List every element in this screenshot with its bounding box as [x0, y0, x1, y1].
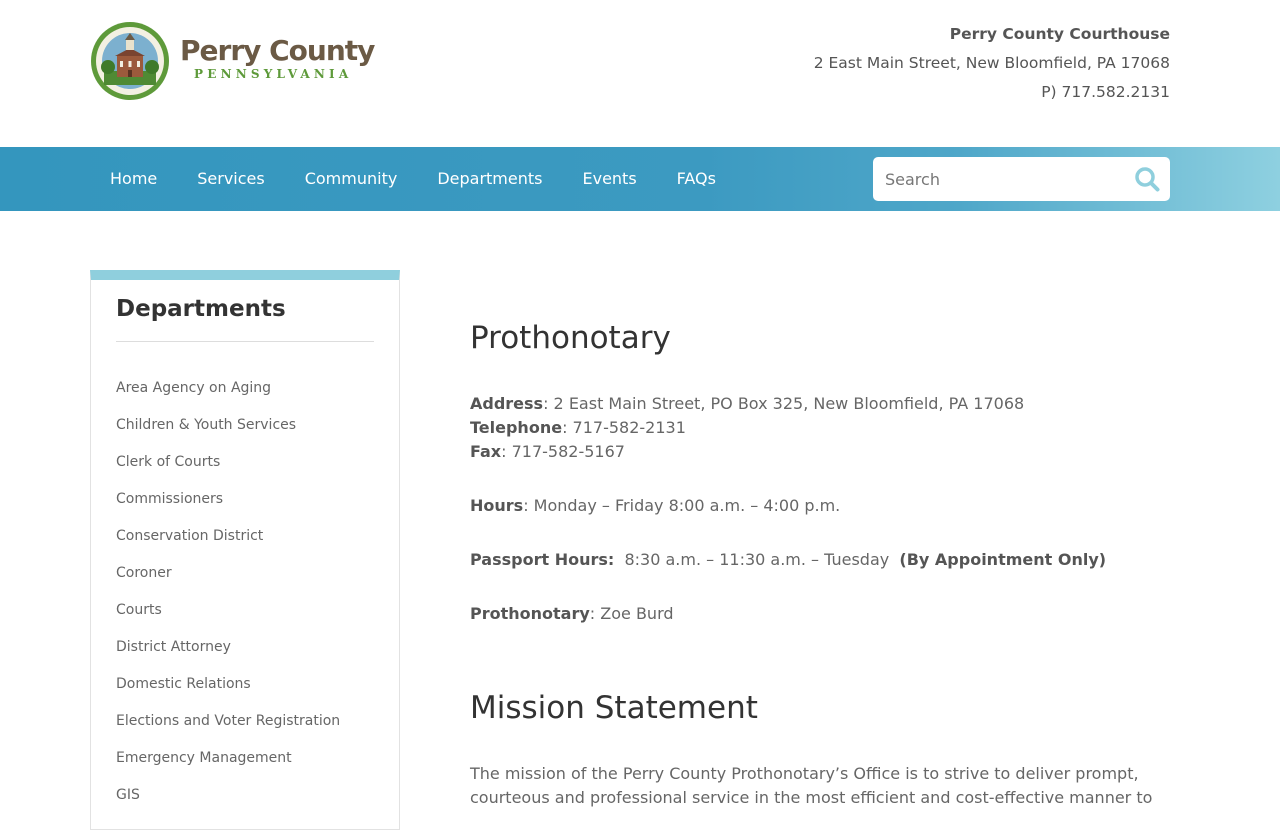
fax-line: Fax: 717-582-5167	[470, 440, 1170, 464]
hours-value: : Monday – Friday 8:00 a.m. – 4:00 p.m.	[523, 496, 841, 515]
sidebar-divider	[116, 341, 374, 342]
sidebar-item-emergency-management[interactable]: Emergency Management	[116, 740, 340, 777]
contact-info: Address: 2 East Main Street, PO Box 325,…	[470, 392, 1170, 464]
nav-faqs[interactable]: FAQs	[657, 147, 736, 211]
prothonotary-line: Prothonotary: Zoe Burd	[470, 602, 1170, 626]
nav-community[interactable]: Community	[285, 147, 418, 211]
passport-value: 8:30 a.m. – 11:30 a.m. – Tuesday	[624, 550, 890, 569]
logo-name: Perry County	[180, 34, 375, 67]
county-seal	[91, 22, 169, 100]
sidebar-item-clerk-of-courts[interactable]: Clerk of Courts	[116, 444, 340, 481]
nav-home[interactable]: Home	[90, 147, 177, 211]
main-navigation: Home Services Community Departments Even…	[0, 147, 1280, 211]
contact-title: Perry County Courthouse	[949, 25, 1170, 43]
search-icon[interactable]	[1134, 166, 1160, 192]
mission-title: Mission Statement	[470, 690, 758, 726]
telephone-value: : 717-582-2131	[562, 418, 686, 437]
passport-line: Passport Hours: 8:30 a.m. – 11:30 a.m. –…	[470, 548, 1170, 572]
prothonotary-label: Prothonotary	[470, 604, 590, 623]
sidebar-item-elections[interactable]: Elections and Voter Registration	[116, 703, 340, 740]
sidebar-item-commissioners[interactable]: Commissioners	[116, 481, 340, 518]
sidebar-item-gis[interactable]: GIS	[116, 777, 340, 814]
main-content: Prothonotary Address: 2 East Main Street…	[470, 318, 1170, 810]
search-input[interactable]	[873, 159, 1123, 199]
prothonotary-value: : Zoe Burd	[589, 604, 674, 623]
address-label: Address	[470, 394, 544, 413]
telephone-line: Telephone: 717-582-2131	[470, 416, 1170, 440]
departments-sidebar: Departments Area Agency on Aging Childre…	[90, 270, 400, 830]
nav-events[interactable]: Events	[562, 147, 656, 211]
nav-departments[interactable]: Departments	[417, 147, 562, 211]
header-contact: Perry County Courthouse 2 East Main Stre…	[814, 20, 1170, 107]
sidebar-item-courts[interactable]: Courts	[116, 592, 340, 629]
mission-text: The mission of the Perry County Prothono…	[470, 764, 1153, 807]
hours-line: Hours: Monday – Friday 8:00 a.m. – 4:00 …	[470, 494, 1170, 518]
fax-label: Fax	[470, 442, 502, 461]
nav-services[interactable]: Services	[177, 147, 284, 211]
sidebar-title: Departments	[116, 296, 286, 322]
page-title: Prothonotary	[470, 320, 671, 356]
passport-note: (By Appointment Only)	[899, 550, 1107, 569]
sidebar-item-conservation-district[interactable]: Conservation District	[116, 518, 340, 555]
site-logo[interactable]: Perry County PENNSYLVANIA	[90, 20, 390, 102]
logo-state: PENNSYLVANIA	[194, 67, 353, 81]
sidebar-item-children-youth-services[interactable]: Children & Youth Services	[116, 407, 340, 444]
address-line: Address: 2 East Main Street, PO Box 325,…	[470, 392, 1170, 416]
fax-value: : 717-582-5167	[501, 442, 625, 461]
site-header: Perry County PENNSYLVANIA Perry County C…	[0, 0, 1280, 147]
sidebar-list: Area Agency on Aging Children & Youth Se…	[116, 370, 340, 814]
address-value: : 2 East Main Street, PO Box 325, New Bl…	[543, 394, 1025, 413]
telephone-label: Telephone	[470, 418, 563, 437]
passport-label: Passport Hours:	[470, 550, 615, 569]
hours-label: Hours	[470, 496, 524, 515]
sidebar-item-area-agency-on-aging[interactable]: Area Agency on Aging	[116, 370, 340, 407]
contact-address: 2 East Main Street, New Bloomfield, PA 1…	[813, 54, 1170, 72]
contact-phone[interactable]: P) 717.582.2131	[814, 78, 1170, 107]
nav-menu: Home Services Community Departments Even…	[90, 147, 736, 211]
search-box	[873, 157, 1170, 201]
sidebar-item-district-attorney[interactable]: District Attorney	[116, 629, 340, 666]
sidebar-item-coroner[interactable]: Coroner	[116, 555, 340, 592]
sidebar-item-domestic-relations[interactable]: Domestic Relations	[116, 666, 340, 703]
